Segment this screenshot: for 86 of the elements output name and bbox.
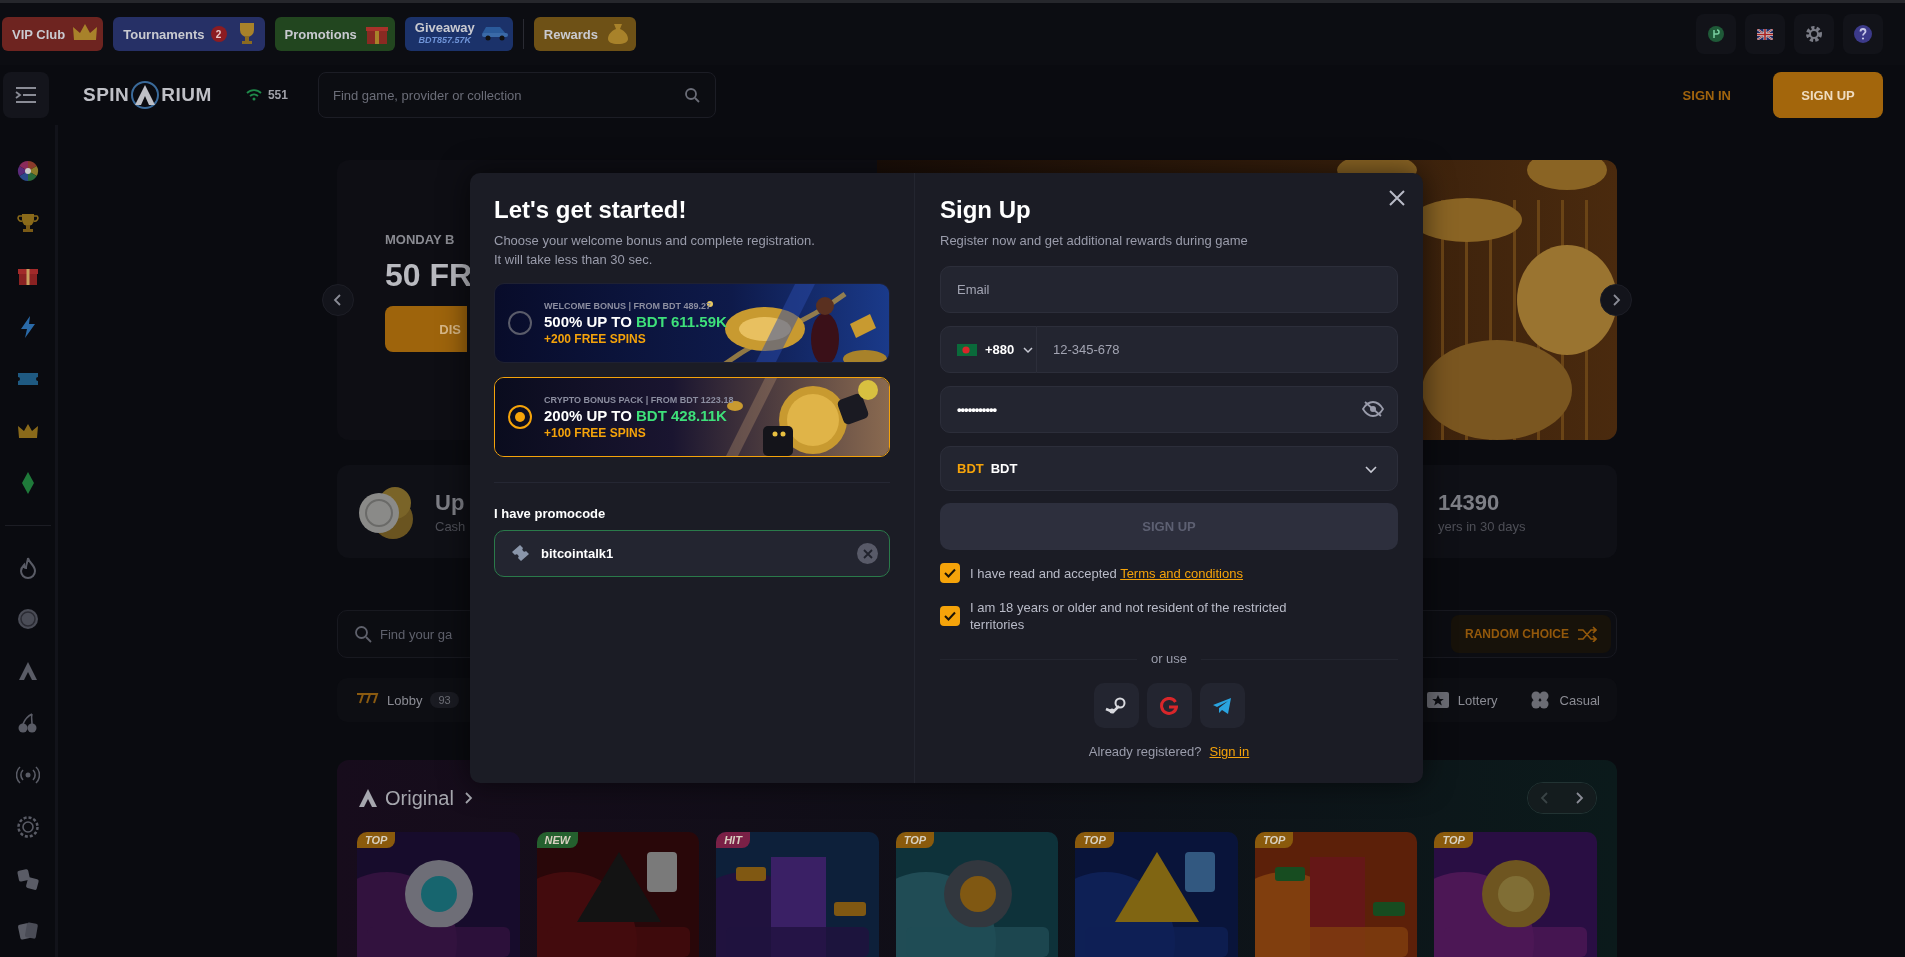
stat-caption: Cash <box>435 518 466 534</box>
category-tab[interactable]: Casual <box>1525 688 1602 712</box>
sign-up-button[interactable]: SIGN UP <box>1773 72 1883 118</box>
google-icon <box>1160 696 1178 715</box>
checkbox-label: I have read and accepted Terms and conditions <box>970 564 1243 582</box>
checkbox[interactable] <box>940 563 960 583</box>
promo-eyebrow: MONDAY B <box>385 232 455 247</box>
free-spins: +200 FREE SPINS <box>544 331 647 347</box>
sign-in-link[interactable]: Sign in <box>1209 744 1250 760</box>
game-tag: HIT <box>716 832 750 848</box>
promo-button[interactable]: Giveaway BDT857.57K <box>404 17 513 51</box>
prize-amount: BDT857.57K <box>417 35 473 47</box>
social-login-button[interactable] <box>1093 683 1139 728</box>
search-field[interactable]: Find game, provider or collection <box>317 72 716 118</box>
checkbox-label: I am 18 years or older and not resident of the restricted territories <box>970 599 1288 633</box>
dialog-subtitle: Choose your welcome bonus and complete registration. It will take less than 30 sec. <box>494 232 816 269</box>
game-tag: TOP <box>1075 832 1114 848</box>
checkmark-icon <box>944 611 956 621</box>
badge-icon[interactable] <box>15 607 40 632</box>
logo-text: RIUM <box>161 84 212 106</box>
search-icon[interactable] <box>683 87 700 103</box>
dialog-heading: Let's get started! <box>494 195 688 225</box>
bonus-eyebrow: WELCOME BONUS | FROM BDT 489.27 <box>544 299 713 312</box>
stat-caption: yers in 30 days <box>1438 518 1526 534</box>
settings-icon <box>1804 24 1824 44</box>
game-tag: TOP <box>1434 832 1473 848</box>
field-label: I have promocode <box>494 506 607 522</box>
category-tab[interactable]: Lobby 93 <box>353 688 461 712</box>
currency-button[interactable] <box>1696 14 1736 54</box>
settings-button[interactable] <box>1794 14 1834 54</box>
help-button[interactable] <box>1843 14 1883 54</box>
steam-icon <box>1105 696 1127 715</box>
promo-button[interactable]: VIP Club <box>2 17 104 51</box>
online-count: 551 <box>267 88 288 102</box>
bonus-headline: 500% UP TO BDT 611.59K <box>544 311 727 332</box>
currency-select[interactable]: BDT BDT <box>940 446 1398 491</box>
triangle-logo-icon <box>357 787 379 809</box>
signal-icon <box>245 89 262 101</box>
social-login-button[interactable] <box>1199 683 1245 728</box>
section-title: Original <box>385 786 454 810</box>
checkbox[interactable] <box>940 606 960 626</box>
bonus-option[interactable]: WELCOME BONUS | FROM BDT 489.27 500% UP TO BDT 611.59K +200 FREE SPINS <box>494 283 890 363</box>
game-tag: TOP <box>1254 832 1294 848</box>
language-button[interactable] <box>1745 14 1785 54</box>
previous-button[interactable] <box>322 284 354 316</box>
stat-value: 14390 <box>1438 489 1501 516</box>
promo-title: 50 FR <box>385 257 473 294</box>
next-button[interactable] <box>1562 783 1596 813</box>
game-tag: NEW <box>536 832 579 848</box>
game-tag: TOP <box>357 832 396 848</box>
coin-icon <box>1707 25 1725 43</box>
free-spins: +100 FREE SPINS <box>544 425 647 441</box>
promo-button[interactable]: Tournaments 2 <box>113 17 265 51</box>
sign-in-link[interactable]: SIGN IN <box>1678 83 1735 107</box>
help-icon <box>1853 24 1873 44</box>
menu-button[interactable] <box>3 72 49 118</box>
dice-icon[interactable] <box>15 867 40 892</box>
category-tab[interactable]: Lottery <box>1423 688 1500 712</box>
logo-text: SPIN <box>83 84 130 106</box>
shuffle-icon <box>1577 626 1597 642</box>
flag-icon <box>1757 28 1773 40</box>
menu-icon <box>15 86 37 104</box>
close-icon <box>862 548 873 559</box>
divider-label: or use <box>1150 651 1188 667</box>
search-icon <box>354 625 372 643</box>
bonus-eyebrow: CRYPTO BONUS PACK | FROM BDT 1223.18 <box>544 393 734 406</box>
promo-code-field[interactable]: bitcointalk1 <box>494 530 890 577</box>
ticket-icon <box>510 544 532 564</box>
logo-mark-icon <box>130 80 161 110</box>
terms-link[interactable]: Terms and conditions <box>1120 565 1243 581</box>
bonus-headline: 200% UP TO BDT 428.11K <box>544 405 728 426</box>
count-badge: 93 <box>430 692 459 708</box>
radio-button[interactable] <box>508 311 532 335</box>
color-wheel-icon[interactable] <box>15 158 40 183</box>
prompt-text: Already registered? <box>1088 744 1202 760</box>
promo-button[interactable]: Promotions <box>274 17 395 51</box>
promo-button[interactable]: Rewards <box>533 17 637 51</box>
checkmark-icon <box>944 568 956 578</box>
chip-icon[interactable] <box>15 815 40 840</box>
stat-value: Up <box>435 489 466 516</box>
game-tag: TOP <box>895 832 935 848</box>
radio-button[interactable] <box>508 405 532 429</box>
count-badge: 2 <box>210 26 227 42</box>
bonus-option[interactable]: CRYPTO BONUS PACK | FROM BDT 1223.18 200% UP TO BDT 428.11K +100 FREE SPINS <box>494 377 890 457</box>
telegram-icon <box>1212 696 1232 715</box>
car-icon <box>480 27 509 41</box>
